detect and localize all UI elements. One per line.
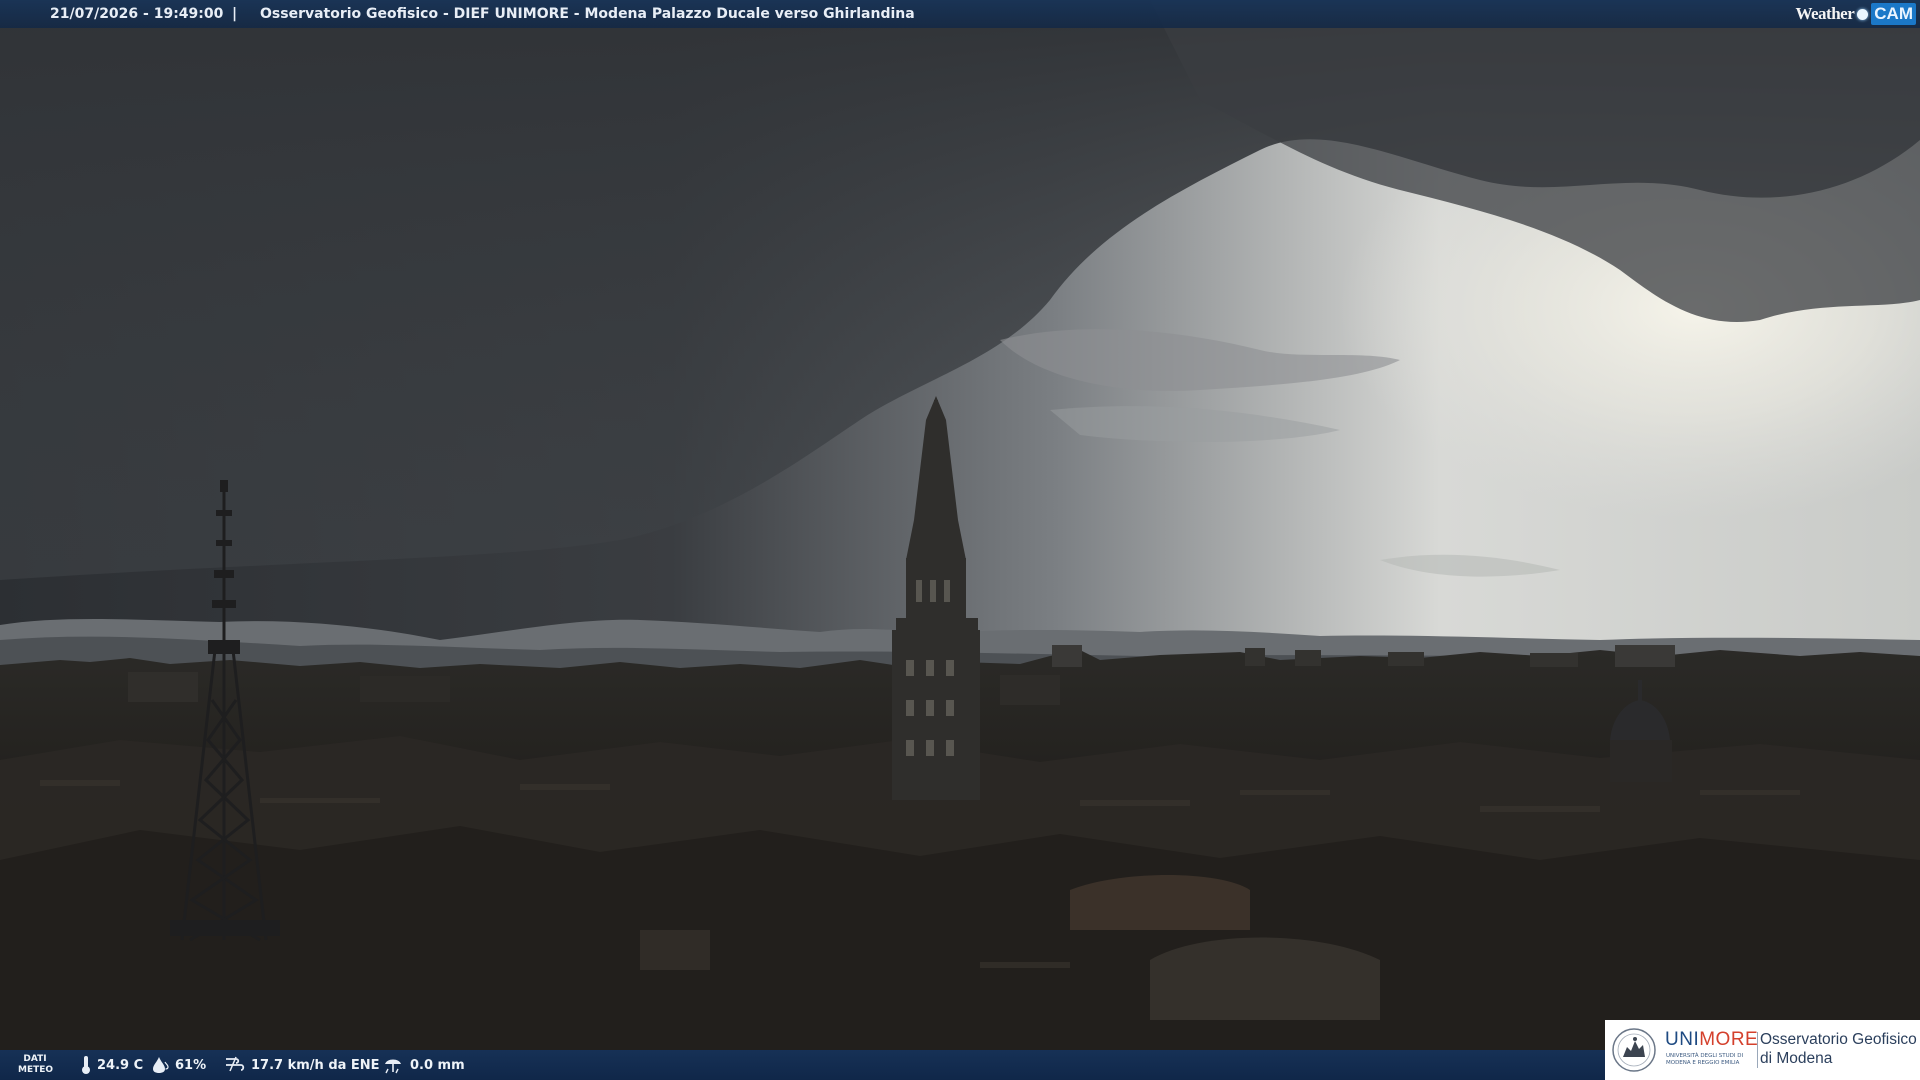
- observatory-name-line2: di Modena: [1760, 1050, 1833, 1067]
- observatory-name: Osservatorio Geofisico di Modena: [1760, 1030, 1917, 1068]
- weather-data-label-line1: DATI: [23, 1054, 47, 1064]
- weather-data-bar: DATI METEO 24.9 C 61% 17.7 km/h da ENE 0…: [0, 1050, 1605, 1080]
- unimore-subtitle: UNIVERSITÀ DEGLI STUDI DI MODENA E REGGI…: [1666, 1053, 1744, 1066]
- top-info-bar: 21/07/2026 - 19:49:00 | Osservatorio Geo…: [0, 0, 1920, 28]
- unimore-wordmark-uni: UNI: [1665, 1029, 1700, 1050]
- weathercam-brand: Weather CAM: [1795, 0, 1916, 28]
- brand-weather-text: Weather: [1795, 4, 1855, 23]
- capture-datetime: 21/07/2026 - 19:49:00: [50, 6, 224, 22]
- unimore-wordmark-more: MORE: [1699, 1029, 1759, 1050]
- wind-reading: 17.7 km/h da ENE: [224, 1050, 380, 1080]
- brand-dot-icon: [1857, 8, 1869, 20]
- humidity-drop-icon: [153, 1057, 169, 1073]
- webcam-image: [0, 0, 1920, 1080]
- brand-cam-text: CAM: [1871, 3, 1916, 25]
- unimore-logo-panel: UNIMORE UNIVERSITÀ DEGLI STUDI DI MODENA…: [1605, 1020, 1920, 1080]
- university-seal-icon: [1612, 1028, 1656, 1072]
- wind-icon: [226, 1056, 245, 1072]
- rain-gauge-icon: [385, 1059, 401, 1074]
- logo-divider: [1757, 1032, 1758, 1068]
- humidity-reading: 61%: [152, 1050, 206, 1080]
- title-separator: |: [232, 6, 238, 22]
- temperature-reading: 24.9 C: [80, 1050, 143, 1080]
- thermometer-icon: [82, 1056, 90, 1074]
- rain-value: 0.0 mm: [410, 1057, 465, 1073]
- humidity-value: 61%: [175, 1057, 207, 1073]
- weather-data-label: DATI METEO: [18, 1054, 54, 1076]
- unimore-wordmark: UNIMORE: [1665, 1030, 1758, 1050]
- webcam-frame: 21/07/2026 - 19:49:00 | Osservatorio Geo…: [0, 0, 1920, 1080]
- weather-data-label-line2: METEO: [18, 1065, 54, 1075]
- camera-title: Osservatorio Geofisico - DIEF UNIMORE - …: [260, 6, 915, 22]
- observatory-name-line1: Osservatorio Geofisico: [1760, 1031, 1917, 1048]
- rain-reading: 0.0 mm: [383, 1050, 465, 1080]
- wind-value: 17.7 km/h da ENE: [251, 1057, 380, 1073]
- temperature-value: 24.9 C: [97, 1057, 144, 1073]
